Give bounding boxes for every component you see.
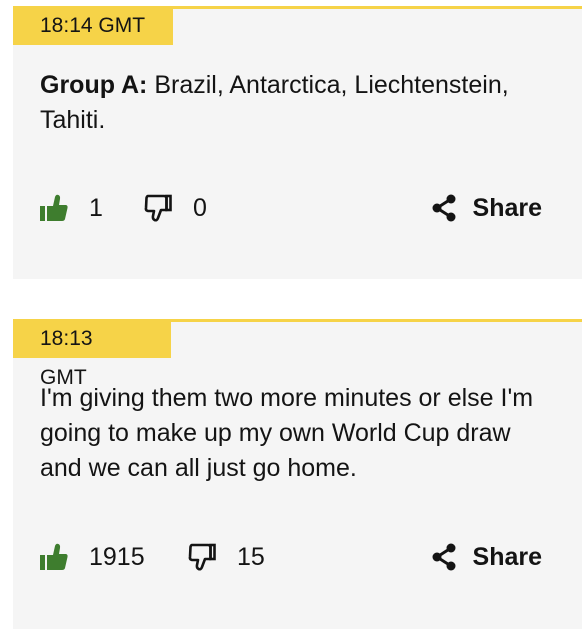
share-label: Share — [472, 542, 542, 571]
timestamp-badge: 18:14 GMT — [13, 6, 173, 45]
share-label: Share — [472, 193, 542, 222]
dislike-button[interactable]: 0 — [144, 188, 207, 228]
post-body: Group A: Brazil, Antarctica, Liechtenste… — [40, 68, 552, 138]
dislike-count: 0 — [193, 193, 207, 222]
thumbs-up-icon — [40, 543, 68, 570]
post-actions: 1 0 Share — [40, 188, 542, 228]
like-button[interactable]: 1 — [40, 188, 103, 228]
feed-post: 18:13 GMT I'm giving them two more minut… — [13, 319, 582, 629]
thumbs-up-icon — [40, 194, 68, 221]
like-count: 1 — [89, 193, 103, 222]
timestamp-badge: 18:13 GMT — [13, 319, 171, 389]
live-feed: 18:14 GMT Group A: Brazil, Antarctica, L… — [0, 0, 582, 629]
dislike-count: 15 — [237, 542, 265, 571]
post-body-bold: Group A: — [40, 71, 148, 99]
like-button[interactable]: 1915 — [40, 537, 145, 577]
share-icon — [432, 194, 456, 222]
share-icon — [432, 543, 456, 571]
feed-post: 18:14 GMT Group A: Brazil, Antarctica, L… — [13, 6, 582, 279]
post-actions: 1915 15 Share — [40, 537, 542, 577]
dislike-button[interactable]: 15 — [188, 537, 265, 577]
share-button[interactable]: Share — [431, 537, 542, 577]
share-button[interactable]: Share — [431, 188, 542, 228]
post-body: I'm giving them two more minutes or else… — [40, 381, 552, 486]
like-count: 1915 — [89, 542, 145, 571]
post-body-text: I'm giving them two more minutes or else… — [40, 384, 534, 482]
thumbs-down-icon — [144, 194, 172, 222]
thumbs-down-icon — [188, 543, 216, 571]
